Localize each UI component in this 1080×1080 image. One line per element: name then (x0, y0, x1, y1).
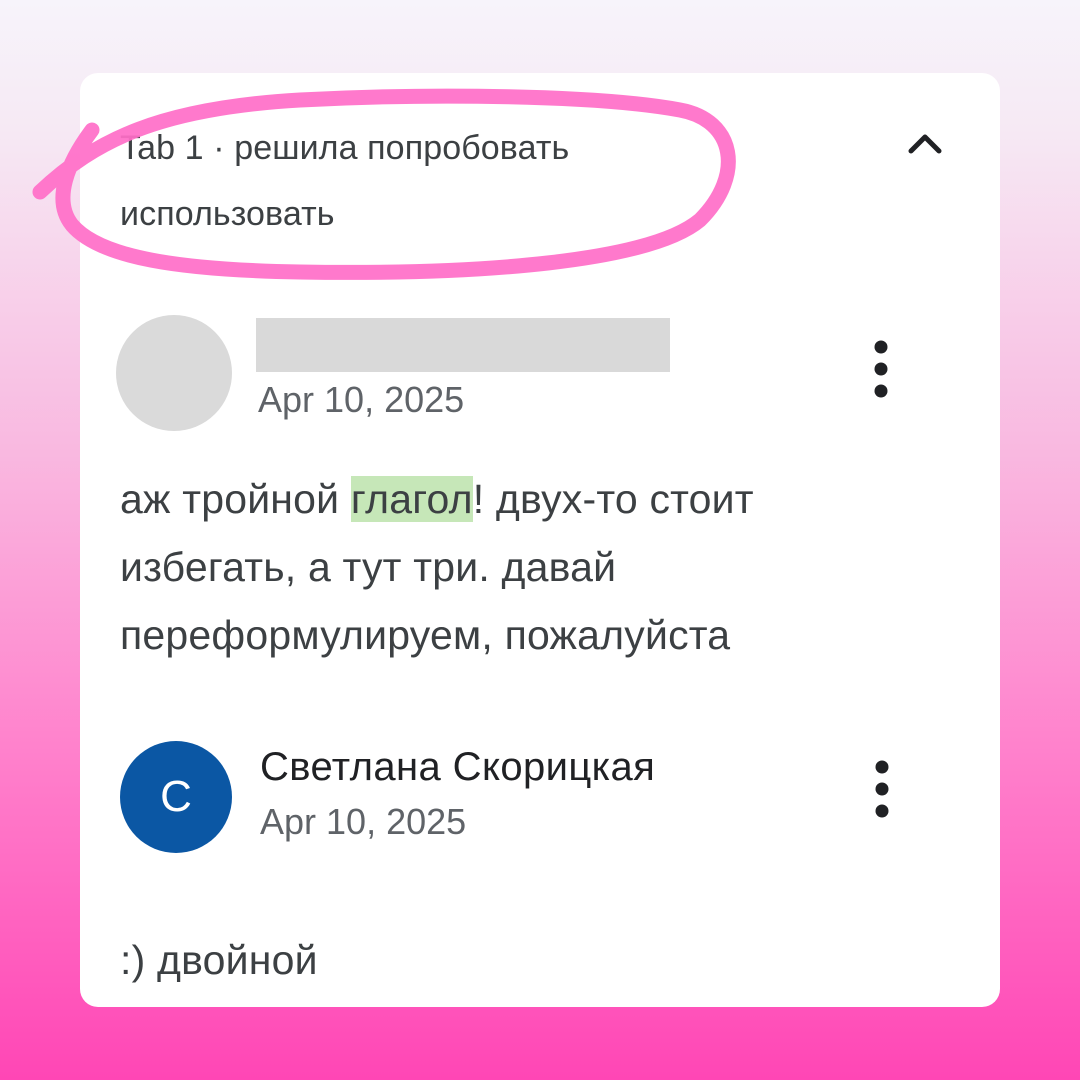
chevron-up-icon (908, 134, 942, 154)
comment-thread-card: Tab 1 · решила попробовать использовать … (80, 73, 1000, 1007)
redacted-author-name (256, 318, 670, 372)
comment-text-before: аж тройной (120, 476, 351, 522)
thread-header[interactable]: Tab 1 · решила попробовать использовать (120, 115, 720, 247)
more-options-button[interactable] (862, 755, 902, 825)
more-vert-icon (874, 340, 888, 398)
comment-body: :) двойной (120, 937, 318, 983)
more-options-button[interactable] (861, 335, 901, 405)
collapse-button[interactable] (895, 118, 955, 168)
avatar: С (120, 741, 232, 853)
author-name: Светлана Скорицкая (260, 745, 656, 789)
highlighted-word: глагол (350, 476, 473, 522)
more-vert-icon (875, 760, 889, 818)
comment-date: Apr 10, 2025 (260, 801, 467, 842)
comment-body: аж тройной глагол! двух-то стоит избегат… (120, 465, 940, 669)
avatar (116, 315, 232, 431)
comment-date: Apr 10, 2025 (258, 379, 465, 420)
avatar-initial: С (160, 772, 192, 821)
